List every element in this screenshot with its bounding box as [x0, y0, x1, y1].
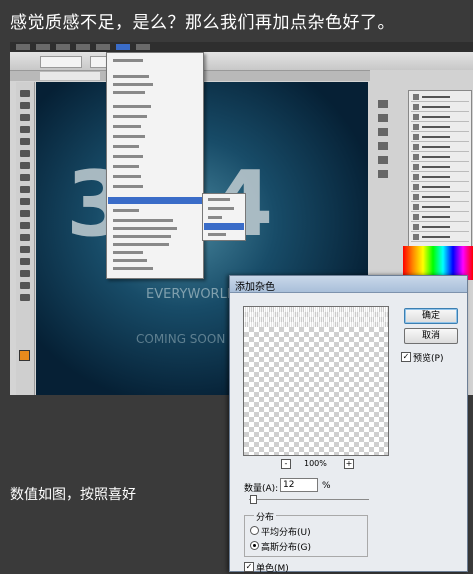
uniform-radio[interactable] — [250, 526, 259, 535]
amount-input[interactable]: 12 — [280, 478, 318, 492]
menu-bar — [10, 42, 473, 52]
canvas-bottom-text: COMING SOON — [136, 332, 226, 346]
cancel-button[interactable]: 取消 — [404, 328, 458, 344]
dialog-title: 添加杂色 — [235, 282, 275, 293]
tool-panel — [16, 82, 35, 395]
add-noise-dialog: 添加杂色 确定 取消 ✓ 预览(P) - 100% + 数量(A): 12 % … — [229, 275, 468, 574]
amount-slider-track[interactable] — [249, 499, 369, 500]
dialog-titlebar[interactable]: 添加杂色 — [230, 276, 467, 293]
gaussian-label: 高斯分布(G) — [261, 543, 311, 553]
amount-slider-thumb[interactable] — [249, 495, 257, 504]
ok-button[interactable]: 确定 — [404, 308, 458, 324]
preview-label: 预览(P) — [413, 354, 444, 364]
distribution-title: 分布 — [254, 510, 277, 523]
uniform-label: 平均分布(U) — [261, 528, 311, 538]
filter-menu — [106, 52, 204, 279]
layers-panel — [408, 90, 472, 252]
preview-noise — [244, 307, 388, 327]
zoom-out-button[interactable]: - — [281, 459, 291, 469]
monochromatic-checkbox[interactable]: ✓ — [244, 562, 254, 572]
amount-label: 数量(A): — [244, 484, 279, 494]
zoom-in-button[interactable]: + — [344, 459, 354, 469]
amount-unit: % — [322, 481, 331, 491]
bottom-caption: 数值如图，按照喜好 — [10, 487, 136, 503]
foreground-color-swatch — [19, 350, 30, 361]
monochromatic-label: 单色(M) — [256, 564, 289, 574]
preview-checkbox[interactable]: ✓ — [401, 352, 411, 362]
top-caption: 感觉质感不足，是么？那么我们再加点杂色好了。 — [10, 13, 395, 33]
gaussian-radio[interactable] — [250, 541, 259, 550]
noise-submenu — [202, 193, 246, 241]
zoom-level: 100% — [304, 459, 327, 468]
canvas-sub-text: EVERYWORLD — [146, 287, 237, 302]
preview-area[interactable] — [243, 306, 389, 456]
options-bar — [10, 52, 473, 71]
